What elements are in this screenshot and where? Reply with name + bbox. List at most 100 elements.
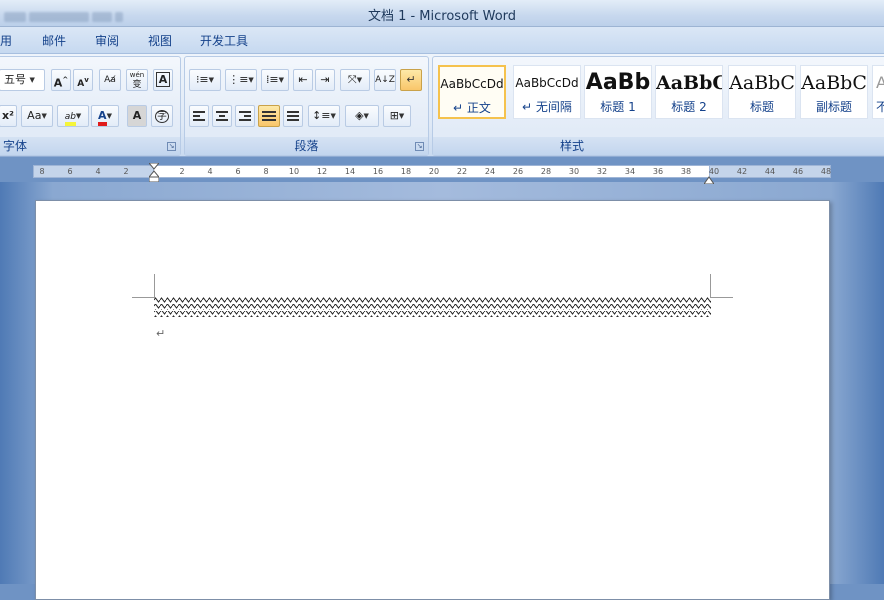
ruler-number: 32 [596, 167, 608, 176]
char-border-icon: A [155, 72, 171, 87]
ruler-number: 2 [123, 167, 129, 176]
paragraph-mark-icon: ↵ [406, 73, 416, 86]
document-page[interactable]: ↵ [35, 200, 830, 600]
style-heading-1[interactable]: AaBb 标题 1 [584, 65, 652, 119]
clear-format-button[interactable]: Aa̸ [99, 69, 121, 91]
phonetic-text: wén [129, 71, 145, 79]
borders-button[interactable]: ⊞▼ [383, 105, 411, 127]
right-indent-marker-icon[interactable] [703, 169, 715, 185]
styles-group: AaBbCcDd ↵ 正文 AaBbCcDd ↵ 无间隔 AaBb 标题 1 A… [432, 56, 884, 156]
horizontal-ruler[interactable]: 8 6 4 2 2 4 6 8 10 12 14 16 18 20 22 24 26 28 30 32 34 36 38 40… [0, 161, 884, 185]
show-marks-button[interactable]: ↵ [400, 69, 422, 91]
ruler-number: 22 [456, 167, 468, 176]
style-subtitle[interactable]: AaBbC 副标题 [800, 65, 868, 119]
grow-font-button[interactable]: A^ [51, 69, 71, 91]
line-spacing-button[interactable]: ↕≡▼ [308, 105, 340, 127]
crop-mark-top-right-vertical [710, 274, 711, 297]
crop-mark-top-left-horizontal [132, 297, 155, 298]
style-sample: AaBbCcDd [440, 77, 504, 91]
char-shading-button[interactable]: A [127, 105, 147, 127]
chevron-down-icon: ▼ [248, 76, 254, 84]
justify-button[interactable] [258, 105, 280, 127]
highlight-icon: ab [64, 111, 76, 126]
ruler-number: 46 [792, 167, 804, 176]
ribbon: 五号 ▼ A^ Av Aa̸ wén 变 A x² Aa▼ ab▼ A▼ A 字 … [0, 53, 884, 157]
increase-indent-button[interactable]: ⇥ [315, 69, 335, 91]
font-dialog-launcher-icon[interactable]: ↘ [167, 142, 176, 151]
font-color-button[interactable]: A▼ [91, 105, 119, 127]
ruler-number: 14 [344, 167, 356, 176]
chevron-down-icon: ▼ [106, 112, 112, 120]
indent-marker-icon[interactable] [147, 162, 161, 183]
font-size-select[interactable]: 五号 ▼ [0, 69, 45, 91]
title-bar: 文档 1 - Microsoft Word [0, 0, 884, 27]
shrink-font-button[interactable]: Av [73, 69, 93, 91]
style-sample: Aa [876, 73, 884, 92]
enclose-char-button[interactable]: 字 [151, 105, 173, 127]
style-more-partial[interactable]: Aa 不 [872, 65, 884, 119]
sort-icon: A↓Z [375, 75, 395, 85]
paragraph-mark: ↵ [156, 327, 166, 340]
change-case-button[interactable]: Aa▼ [21, 105, 53, 127]
style-name: 副标题 [815, 100, 852, 114]
ruler-number: 18 [400, 167, 412, 176]
ruler-number: 44 [764, 167, 776, 176]
style-name: 标题 [749, 100, 774, 114]
bullets-button[interactable]: ⁝≡▼ [189, 69, 221, 91]
char-border-button[interactable]: A [153, 69, 173, 91]
ruler-number: 10 [288, 167, 300, 176]
ruler-number: 12 [316, 167, 328, 176]
superscript-icon: x² [2, 109, 14, 122]
phonetic-guide-button[interactable]: wén 变 [126, 69, 148, 91]
multilevel-list-icon: ⁞≡ [265, 73, 279, 86]
style-heading-2[interactable]: AaBbC 标题 2 [655, 65, 723, 119]
style-title[interactable]: AaBbC 标题 [728, 65, 796, 119]
chinese-layout-icon: ⤧ [347, 73, 357, 86]
phonetic-char: 变 [132, 80, 142, 90]
tab-review[interactable]: 审阅 [95, 32, 119, 49]
distributed-button[interactable] [283, 105, 303, 127]
align-center-button[interactable] [212, 105, 232, 127]
crop-mark-top-right-horizontal [710, 297, 733, 298]
tab-developer[interactable]: 开发工具 [200, 32, 248, 49]
align-right-icon [236, 111, 254, 121]
align-left-button[interactable] [189, 105, 209, 127]
multilevel-list-button[interactable]: ⁞≡▼ [261, 69, 289, 91]
paragraph-dialog-launcher-icon[interactable]: ↘ [415, 142, 424, 151]
chevron-down-icon: ▼ [278, 76, 285, 84]
ruler-number: 42 [736, 167, 748, 176]
ruler-number: 24 [484, 167, 496, 176]
bullet-list-icon: ⁝≡ [195, 73, 209, 86]
ruler-number: 4 [207, 167, 213, 176]
style-name: ↵ 正文 [453, 101, 491, 115]
superscript-button[interactable]: x² [0, 105, 17, 127]
ruler-number: 34 [624, 167, 636, 176]
align-left-icon [190, 111, 208, 121]
style-no-spacing[interactable]: AaBbCcDd ↵ 无间隔 [513, 65, 581, 119]
ruler-number: 38 [680, 167, 692, 176]
style-normal[interactable]: AaBbCcDd ↵ 正文 [438, 65, 506, 119]
increase-indent-icon: ⇥ [320, 73, 330, 86]
sort-button[interactable]: A↓Z [374, 69, 396, 91]
distributed-align-icon [284, 111, 302, 121]
style-sample: AaBbC [801, 72, 867, 94]
decrease-indent-button[interactable]: ⇤ [293, 69, 313, 91]
tab-insert-partial[interactable]: 用 [0, 32, 12, 49]
ruler-number: 30 [568, 167, 580, 176]
borders-icon: ⊞ [389, 109, 399, 122]
ruler-number: 8 [39, 167, 45, 176]
line-spacing-icon: ↕≡ [312, 109, 331, 122]
shading-button[interactable]: ◈▼ [345, 105, 379, 127]
align-right-button[interactable] [235, 105, 255, 127]
chevron-down-icon: ▼ [398, 112, 405, 120]
tab-mailings[interactable]: 邮件 [42, 32, 66, 49]
numbering-button[interactable]: ⋮≡▼ [225, 69, 257, 91]
ruler-number: 6 [235, 167, 241, 176]
tab-view[interactable]: 视图 [148, 32, 172, 49]
style-sample: AaBb [585, 70, 651, 95]
highlight-button[interactable]: ab▼ [57, 105, 89, 127]
change-case-icon: Aa [27, 109, 42, 122]
ruler-number: 2 [179, 167, 185, 176]
font-group-label: 字体 [0, 137, 180, 155]
chinese-layout-button[interactable]: ⤧▼ [340, 69, 370, 91]
